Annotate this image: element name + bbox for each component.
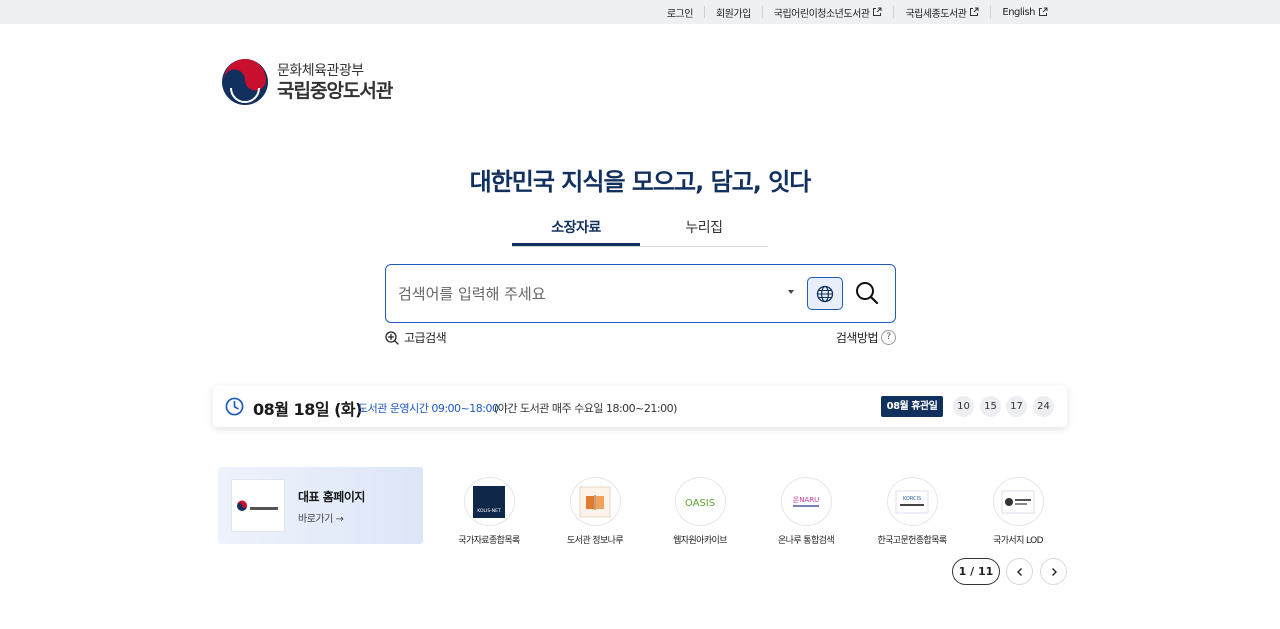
main-homepage-thumb [231,479,285,532]
carousel-prev-button[interactable] [1006,558,1033,585]
main-homepage-title: 대표 홈페이지 [298,490,365,504]
search-button[interactable] [852,278,882,308]
children-library-label: 국립어린이청소년도서관 [773,8,870,20]
search-icon [856,282,879,305]
search-dropdown-caret-icon[interactable] [788,290,794,294]
clock-icon [225,397,244,416]
quick-link-onnaru[interactable]: 온NARU 온나루 통합검색 [756,477,856,546]
closed-day: 10 [953,396,974,417]
quick-link-oasis[interactable]: OASIS 웹자원아카이브 [650,477,750,546]
external-link-icon [873,7,882,16]
search-input[interactable] [398,279,778,309]
main-homepage-card[interactable]: 대표 홈페이지 바로가기 → [218,467,423,544]
globe-icon [816,285,834,302]
top-utility-bar: 로그인 회원가입 국립어린이청소년도서관 국립세종도서관 English [0,0,1280,24]
opening-hours: 도서관 운영시간 09:00~18:00 [358,402,499,415]
quick-link-label: 온나루 통합검색 [777,536,835,546]
search-help-link[interactable]: 검색방법 ? [836,329,896,346]
sejong-library-link[interactable]: 국립세종도서관 [893,6,990,20]
korcis-circle: KORCIS [886,477,938,526]
oasis-circle: OASIS [674,477,726,526]
tab-collections[interactable]: 소장자료 [512,214,640,246]
signup-label: 회원가입 [715,8,751,20]
kolis-net-circle: KOLIS-NET [463,477,515,526]
english-link[interactable]: English [990,6,1059,18]
advanced-search-label: 고급검색 [404,331,447,345]
quick-link-label: 도서관 정보나루 [566,536,624,546]
quick-link-label: 웹자원아카이브 [673,536,727,546]
quick-link-korcis[interactable]: KORCIS 한국고문헌종합목록 [862,477,962,546]
quick-link-data4library[interactable]: 도서관 정보나루 [545,477,645,546]
zoom-in-icon [385,330,399,345]
carousel-next-button[interactable] [1040,558,1067,585]
site-logo[interactable]: 문화체육관광부 국립중앙도서관 [221,58,393,106]
opening-hours-bar: 08월 18일 (화) 도서관 운영시간 09:00~18:00 (야간 도서관… [213,386,1067,427]
closed-day: 24 [1033,396,1054,417]
night-hours: (야간 도서관 매주 수요일 18:00~21:00) [494,402,677,415]
quick-link-kolis-net[interactable]: KOLIS-NET 국가자료종합목록 [439,477,539,546]
utility-links: 로그인 회원가입 국립어린이청소년도서관 국립세종도서관 English [656,0,1059,24]
quick-link-label: 국가서지 LOD [993,536,1043,546]
closed-day: 15 [980,396,1001,417]
lod-circle [992,477,1044,526]
onnaru-icon: 온NARU [793,496,819,507]
main-homepage-link: 바로가기 → [298,514,344,525]
quick-link-lod[interactable]: 국가서지 LOD [968,477,1068,546]
hero-title: 대한민국 지식을 모으고, 담고, 잇다 [469,168,812,196]
external-link-icon [1039,7,1048,16]
ministry-name: 문화체육관광부 [277,62,364,79]
tab-website[interactable]: 누리집 [640,214,768,246]
taegeuk-emblem-icon [222,59,268,105]
quick-link-label: 한국고문헌종합목록 [877,536,947,546]
kolis-net-icon: KOLIS-NET [473,485,505,518]
today-date: 08월 18일 (화) [253,400,362,419]
closed-days-badge: 08월 휴관일 [881,396,943,417]
advanced-search-link[interactable]: 고급검색 [385,329,447,346]
signup-link[interactable]: 회원가입 [703,6,762,20]
chevron-left-icon [1016,567,1022,576]
children-library-link[interactable]: 국립어린이청소년도서관 [761,6,894,20]
question-icon: ? [881,330,896,345]
korci-icon: KORCIS [895,490,929,513]
quick-link-label: 국가자료종합목록 [458,536,520,546]
search-help-label: 검색방법 [835,331,879,345]
library-logo-icon [237,500,278,511]
onnaru-circle: 온NARU [780,477,832,526]
external-link-icon [970,7,979,16]
lod-icon [1001,490,1035,513]
chevron-right-icon [1051,567,1057,576]
multilingual-search-button[interactable] [807,277,843,310]
sejong-library-label: 국립세종도서관 [905,8,967,20]
book-icon [579,486,611,517]
english-label: English [1002,6,1035,18]
svg-text:온NARU: 온NARU [793,496,819,504]
login-label: 로그인 [666,8,694,20]
data4library-circle [569,477,621,526]
carousel-pager: 1 / 11 [952,558,1000,585]
svg-text:KOLIS-NET: KOLIS-NET [477,508,501,514]
search-box [385,264,896,323]
oasis-icon: OASIS [685,498,715,509]
library-name: 국립중앙도서관 [277,79,393,102]
svg-text:OASIS: OASIS [685,498,715,509]
search-tabs: 소장자료 누리집 [512,214,768,247]
closed-day: 17 [1006,396,1027,417]
svg-text:KORCIS: KORCIS [903,496,921,502]
login-link[interactable]: 로그인 [656,6,704,20]
